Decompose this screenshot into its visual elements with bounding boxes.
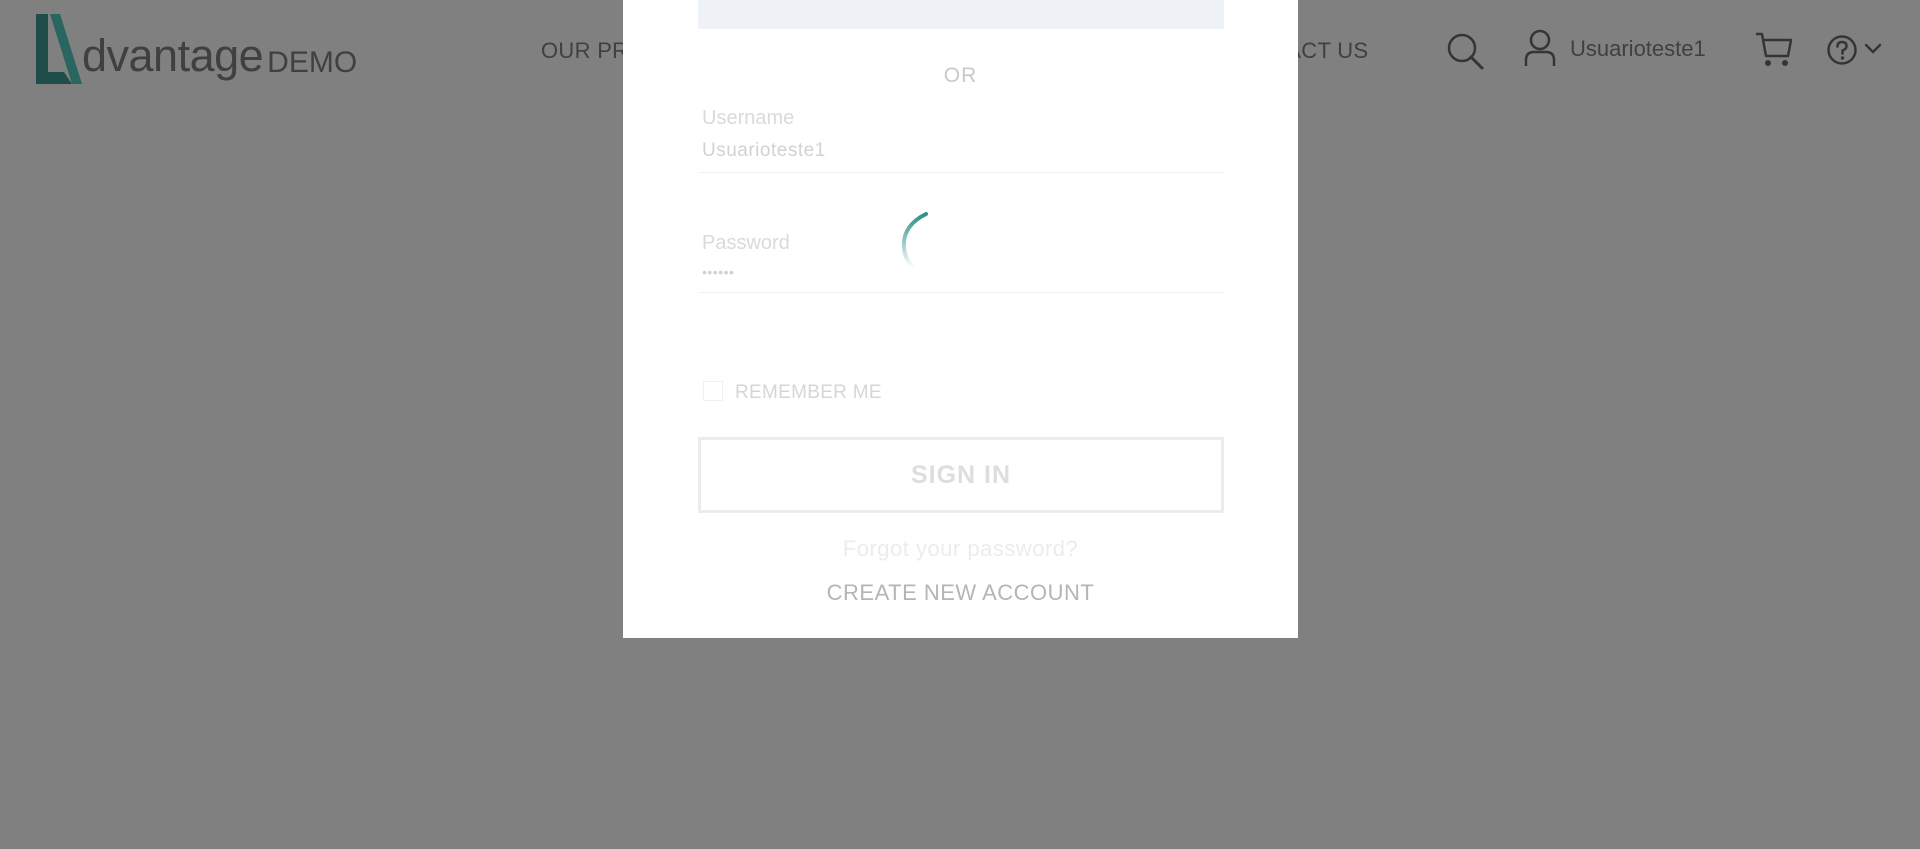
username-underline <box>698 172 1224 173</box>
advantage-logo[interactable]: dvantage DEMO <box>34 12 357 84</box>
remember-me-label[interactable]: REMEMBER ME <box>735 382 882 404</box>
logo-wordmark: dvantage <box>82 30 264 81</box>
create-new-account-link[interactable]: CREATE NEW ACCOUNT <box>623 580 1298 606</box>
username-input[interactable]: Usuarioteste1 <box>702 140 826 162</box>
or-divider: OR <box>943 64 978 87</box>
facebook-signin-button[interactable] <box>698 0 1224 29</box>
username-label: Username <box>702 107 795 129</box>
help-icon[interactable] <box>1826 34 1858 66</box>
loading-spinner-icon <box>901 212 928 270</box>
header-username[interactable]: Usuarioteste1 <box>1570 36 1706 62</box>
password-input[interactable]: •••••• <box>702 264 734 280</box>
login-modal: OR Username Usuarioteste1 Password •••••… <box>623 0 1298 638</box>
sign-in-button[interactable]: SIGN IN <box>698 437 1224 513</box>
forgot-password-link[interactable]: Forgot your password? <box>623 536 1298 562</box>
remember-me-checkbox[interactable] <box>703 381 723 401</box>
search-icon[interactable] <box>1445 31 1485 71</box>
password-underline <box>698 292 1224 293</box>
chevron-down-icon[interactable] <box>1864 42 1882 56</box>
logo-demo-suffix: DEMO <box>267 46 358 79</box>
user-icon[interactable] <box>1523 28 1557 68</box>
cart-icon[interactable] <box>1754 30 1794 68</box>
password-label: Password <box>702 232 790 254</box>
logo-a-mark-icon <box>36 14 82 84</box>
nav-our-products[interactable]: OUR PR <box>541 38 628 64</box>
